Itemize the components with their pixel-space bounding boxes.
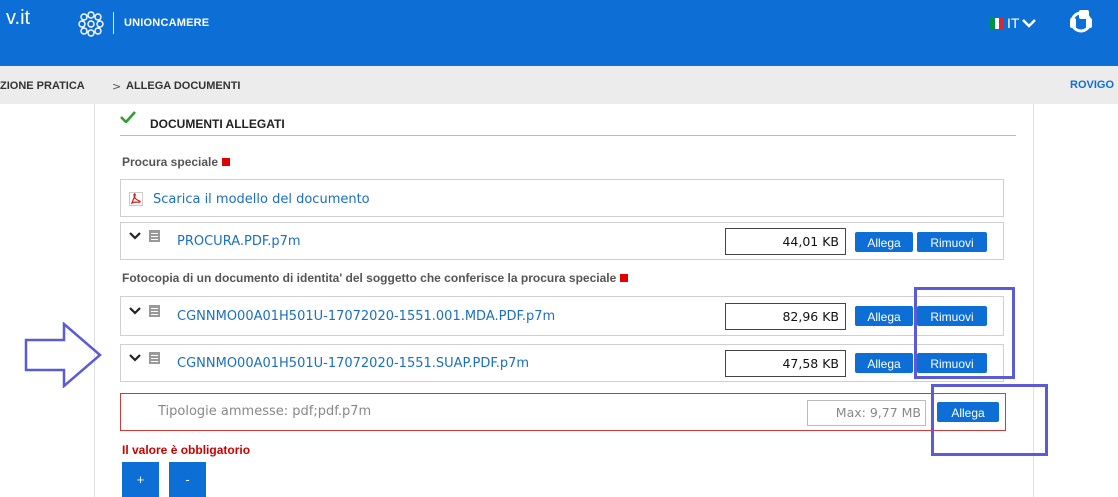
upload-field[interactable]: Tipologie ammesse: pdf;pdf.p7m Max: 9,77… [120,393,1006,431]
remove-button[interactable]: Rimuovi [917,306,987,326]
content-border-right [1033,104,1034,497]
file-name-link[interactable]: CGNNMO00A01H501U-17072020-1551.001.MDA.P… [177,309,555,324]
breadcrumb-item-allega-documenti: ALLEGA DOCUMENTI [126,80,241,92]
file-size: 44,01 KB [725,228,846,255]
section-divider [120,135,1016,136]
pdf-icon [129,192,143,206]
italy-flag-icon [990,17,1005,29]
office-name[interactable]: ROVIGO [1070,79,1114,91]
required-marker [222,158,231,166]
remove-row-button[interactable]: - [169,462,206,497]
required-marker [620,274,629,282]
chevron-down-icon[interactable] [129,307,141,315]
file-size: 82,96 KB [725,303,846,330]
file-name-link[interactable]: CGNNMO00A01H501U-17072020-1551.SUAP.PDF.… [177,356,529,371]
max-size: Max: 9,77 MB [807,400,926,426]
breadcrumb-item-pratica[interactable]: ZIONE PRATICA [0,80,85,92]
chevron-down-icon[interactable] [129,232,141,240]
download-template-link[interactable]: Scarica il modello del documento [153,192,370,207]
annotation-arrow-icon [24,322,102,388]
chevron-down-icon[interactable] [129,354,141,362]
check-icon [120,111,136,123]
required-error: Il valore è obbligatorio [122,443,251,457]
section-title: DOCUMENTI ALLEGATI [150,117,285,131]
unioncamere-logo-icon [78,11,104,37]
id-document-label: Fotocopia di un documento di identita' d… [122,271,629,285]
brand-fragment[interactable]: v.it [6,7,30,30]
header-separator [113,12,114,34]
signed-file-icon [149,352,160,364]
content-border-left [94,104,95,497]
signed-file-icon [149,230,160,242]
attach-button[interactable]: Allega [855,306,913,326]
file-row: CGNNMO00A01H501U-17072020-1551.SUAP.PDF.… [120,344,1004,382]
language-selector[interactable]: IT [990,12,1037,34]
attach-button[interactable]: Allega [937,402,999,422]
language-code: IT [1007,15,1020,31]
help-headset-icon[interactable] [1066,6,1096,36]
chevron-down-icon [1022,19,1037,28]
top-header-bar [0,0,1118,66]
file-size: 47,58 KB [725,350,846,377]
template-download-row: Scarica il modello del documento [120,179,1004,217]
upload-placeholder[interactable]: Tipologie ammesse: pdf;pdf.p7m [158,404,371,419]
attach-button[interactable]: Allega [855,232,913,252]
signed-file-icon [149,305,160,317]
attach-button[interactable]: Allega [855,353,913,373]
procura-speciale-label: Procura speciale [122,155,231,169]
remove-button[interactable]: Rimuovi [917,232,987,252]
file-name-link[interactable]: PROCURA.PDF.p7m [177,234,301,249]
file-row: CGNNMO00A01H501U-17072020-1551.001.MDA.P… [120,296,1004,336]
org-name[interactable]: UNIONCAMERE [124,17,209,29]
add-button[interactable]: + [122,462,159,497]
breadcrumb-separator: > [112,80,122,93]
remove-button[interactable]: Rimuovi [917,353,987,373]
file-row: PROCURA.PDF.p7m 44,01 KB Allega Rimuovi [120,222,1004,260]
